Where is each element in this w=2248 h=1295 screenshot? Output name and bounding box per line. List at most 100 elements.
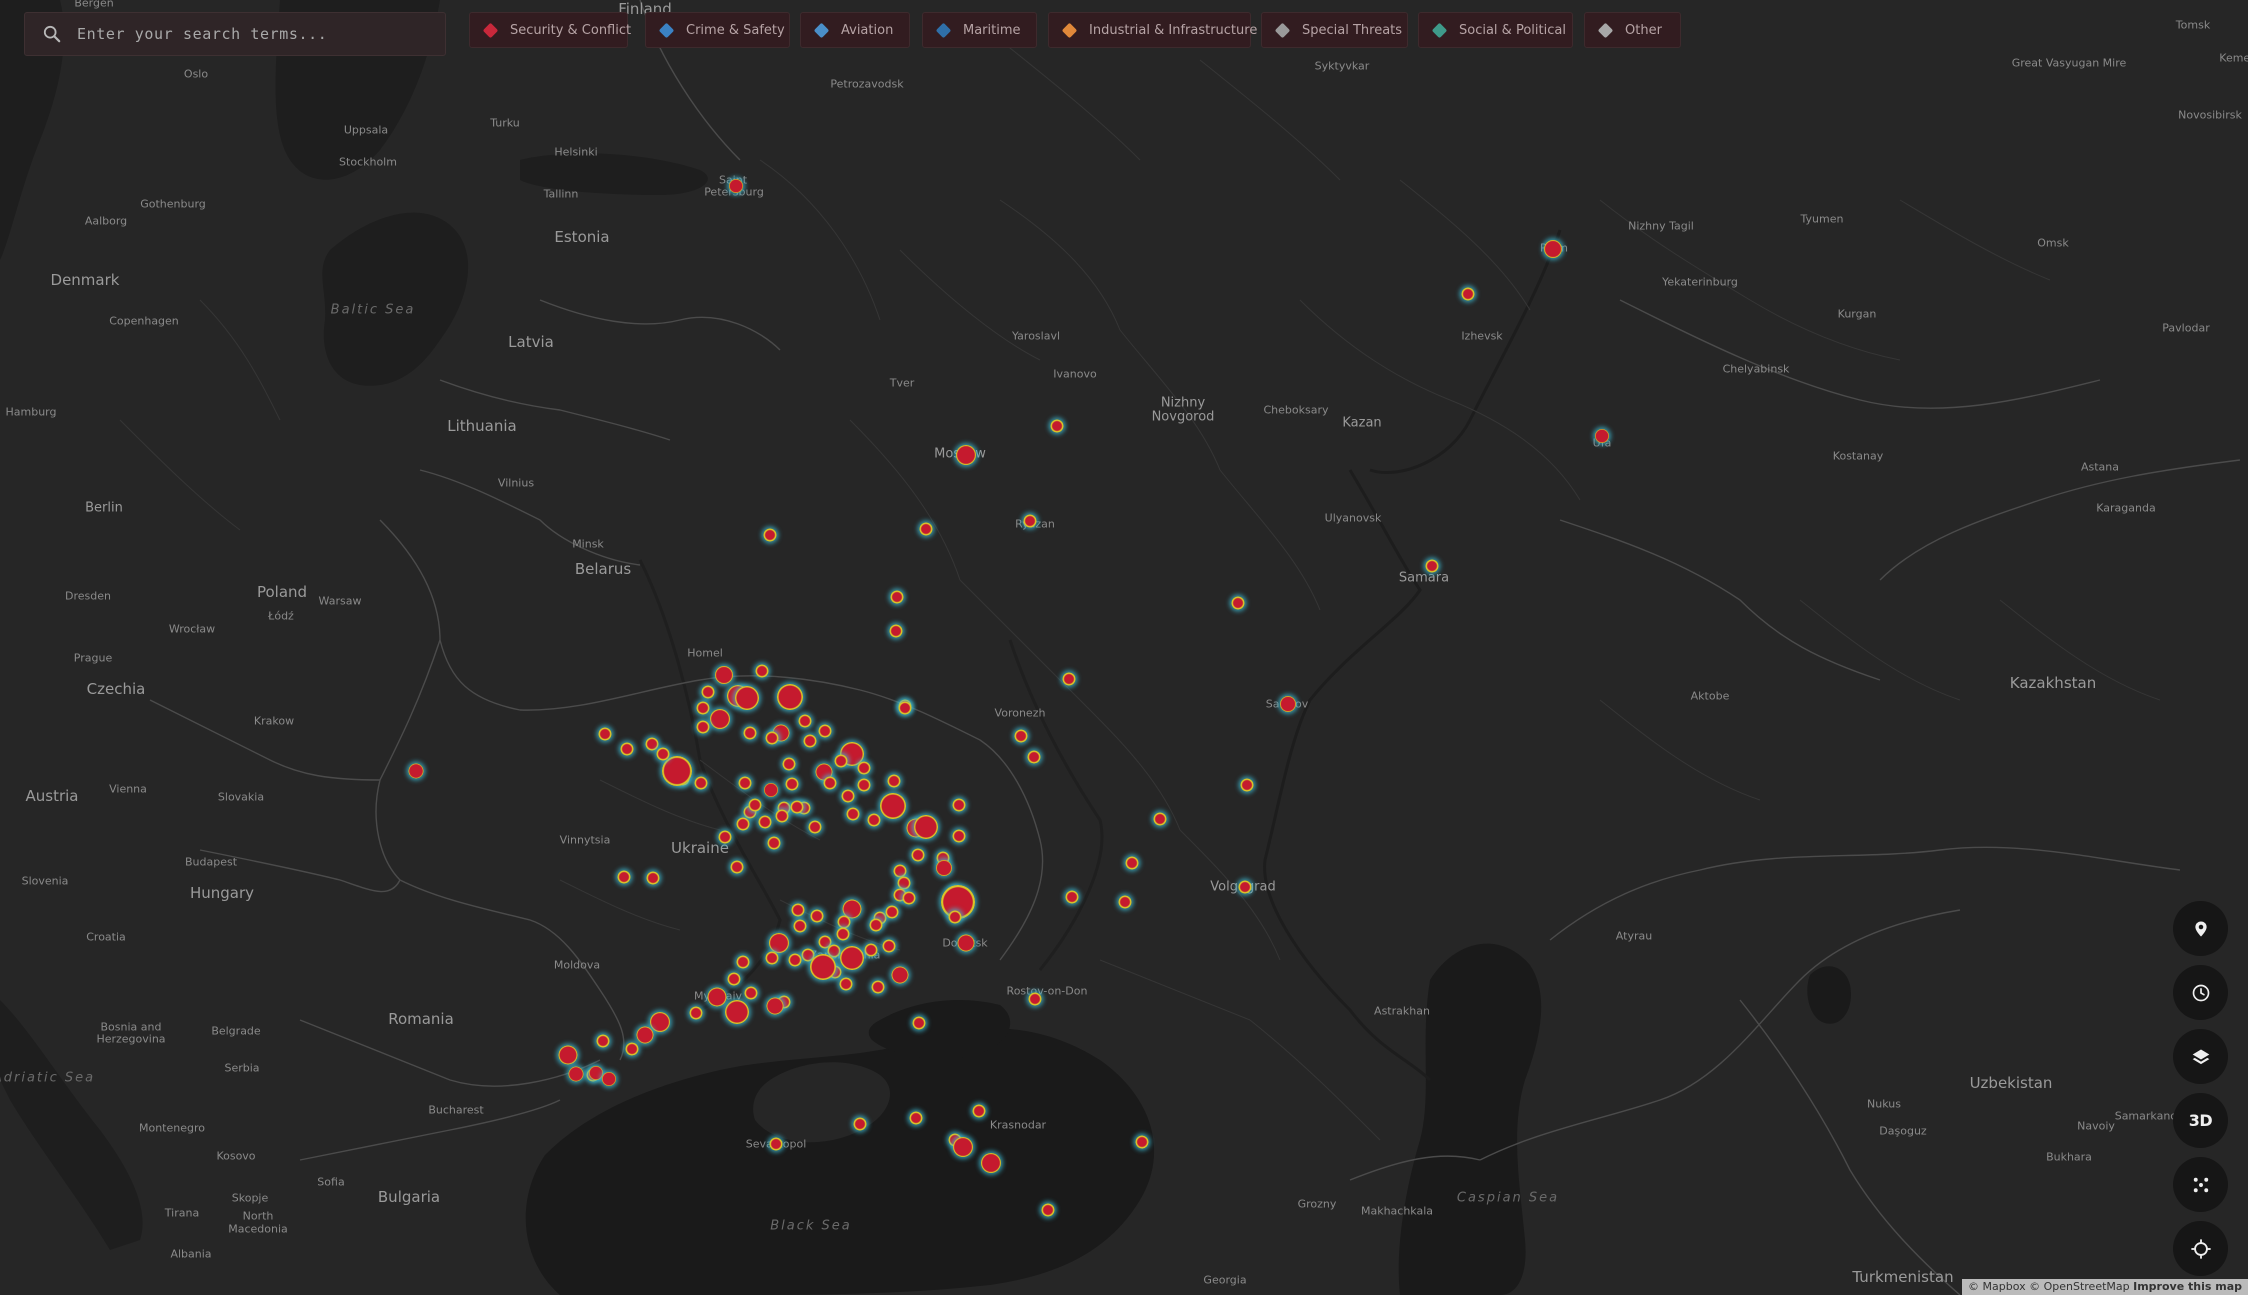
event-marker[interactable]: [775, 809, 789, 823]
category-filter-crime-safety[interactable]: Crime & Safety: [645, 12, 790, 48]
event-marker[interactable]: [1041, 1203, 1055, 1217]
event-marker[interactable]: [765, 951, 779, 965]
category-filter-security-conflict[interactable]: Security & Conflict: [469, 12, 631, 48]
event-marker[interactable]: [602, 1072, 616, 1086]
event-marker[interactable]: [919, 522, 933, 536]
event-marker[interactable]: [952, 829, 966, 843]
event-marker[interactable]: [887, 774, 901, 788]
event-marker[interactable]: [902, 891, 916, 905]
event-marker[interactable]: [710, 709, 730, 729]
event-marker[interactable]: [730, 860, 744, 874]
event-marker[interactable]: [727, 972, 741, 986]
event-marker[interactable]: [646, 871, 660, 885]
event-marker[interactable]: [1153, 812, 1167, 826]
event-marker[interactable]: [1125, 856, 1139, 870]
event-marker[interactable]: [1028, 992, 1042, 1006]
event-marker[interactable]: [1461, 287, 1475, 301]
event-marker[interactable]: [769, 1137, 783, 1151]
event-marker[interactable]: [808, 820, 822, 834]
event-marker[interactable]: [834, 754, 848, 768]
event-marker[interactable]: [810, 954, 836, 980]
event-marker[interactable]: [1027, 750, 1041, 764]
event-marker[interactable]: [853, 1117, 867, 1131]
event-marker[interactable]: [1014, 729, 1028, 743]
search-box[interactable]: [24, 12, 446, 56]
event-marker[interactable]: [890, 590, 904, 604]
event-marker[interactable]: [715, 666, 733, 684]
category-filter-aviation[interactable]: Aviation: [800, 12, 910, 48]
event-marker[interactable]: [598, 727, 612, 741]
event-marker[interactable]: [880, 793, 906, 819]
event-marker[interactable]: [748, 798, 762, 812]
event-marker[interactable]: [839, 977, 853, 991]
event-marker[interactable]: [1231, 596, 1245, 610]
event-marker[interactable]: [790, 800, 804, 814]
event-marker[interactable]: [766, 997, 784, 1015]
event-marker[interactable]: [589, 1066, 603, 1080]
event-marker[interactable]: [645, 737, 659, 751]
event-marker[interactable]: [696, 720, 710, 734]
event-marker[interactable]: [891, 966, 909, 984]
event-marker[interactable]: [909, 1111, 923, 1125]
map-canvas[interactable]: Finland Bergen Oslo Uppsala Stockholm Turku He…: [0, 0, 2248, 1295]
event-marker[interactable]: [840, 946, 864, 970]
event-marker[interactable]: [788, 953, 802, 967]
event-marker[interactable]: [885, 905, 899, 919]
event-marker[interactable]: [736, 955, 750, 969]
event-marker[interactable]: [823, 776, 837, 790]
event-marker[interactable]: [952, 798, 966, 812]
event-marker[interactable]: [1238, 880, 1252, 894]
location-pin-button[interactable]: [2173, 901, 2228, 956]
event-marker[interactable]: [625, 1042, 639, 1056]
event-marker[interactable]: [558, 1045, 578, 1065]
event-marker[interactable]: [798, 714, 812, 728]
3d-toggle-button[interactable]: 3D: [2173, 1093, 2228, 1148]
event-marker[interactable]: [729, 179, 743, 193]
event-marker[interactable]: [956, 445, 976, 465]
event-marker[interactable]: [763, 528, 777, 542]
event-marker[interactable]: [871, 980, 885, 994]
event-marker[interactable]: [867, 813, 881, 827]
event-marker[interactable]: [882, 939, 896, 953]
event-marker[interactable]: [1544, 240, 1562, 258]
event-marker[interactable]: [656, 747, 670, 761]
event-marker[interactable]: [957, 934, 975, 952]
event-marker[interactable]: [694, 776, 708, 790]
event-marker[interactable]: [803, 734, 817, 748]
event-marker[interactable]: [793, 919, 807, 933]
event-marker[interactable]: [857, 778, 871, 792]
layers-button[interactable]: [2173, 1029, 2228, 1084]
event-marker[interactable]: [707, 987, 727, 1007]
event-marker[interactable]: [758, 815, 772, 829]
event-marker[interactable]: [836, 927, 850, 941]
event-marker[interactable]: [810, 909, 824, 923]
category-filter-maritime[interactable]: Maritime: [922, 12, 1037, 48]
event-marker[interactable]: [735, 686, 759, 710]
event-marker[interactable]: [743, 726, 757, 740]
event-marker[interactable]: [765, 731, 779, 745]
event-marker[interactable]: [764, 783, 778, 797]
event-marker[interactable]: [1050, 419, 1064, 433]
cluster-view-button[interactable]: [2173, 1157, 2228, 1212]
event-marker[interactable]: [718, 830, 732, 844]
event-marker[interactable]: [948, 910, 962, 924]
event-marker[interactable]: [620, 742, 634, 756]
event-marker[interactable]: [898, 701, 912, 715]
event-marker[interactable]: [791, 903, 805, 917]
event-marker[interactable]: [864, 943, 878, 957]
event-marker[interactable]: [912, 1016, 926, 1030]
event-marker[interactable]: [818, 724, 832, 738]
event-marker[interactable]: [981, 1153, 1001, 1173]
event-marker[interactable]: [972, 1104, 986, 1118]
event-marker[interactable]: [841, 789, 855, 803]
event-marker[interactable]: [911, 848, 925, 862]
event-marker[interactable]: [767, 836, 781, 850]
event-marker[interactable]: [869, 918, 883, 932]
event-marker[interactable]: [701, 685, 715, 699]
improve-map-link[interactable]: Improve this map: [2133, 1280, 2242, 1293]
event-marker[interactable]: [662, 756, 692, 786]
event-marker[interactable]: [785, 777, 799, 791]
event-marker[interactable]: [782, 757, 796, 771]
event-marker[interactable]: [953, 1137, 973, 1157]
timeline-button[interactable]: [2173, 965, 2228, 1020]
